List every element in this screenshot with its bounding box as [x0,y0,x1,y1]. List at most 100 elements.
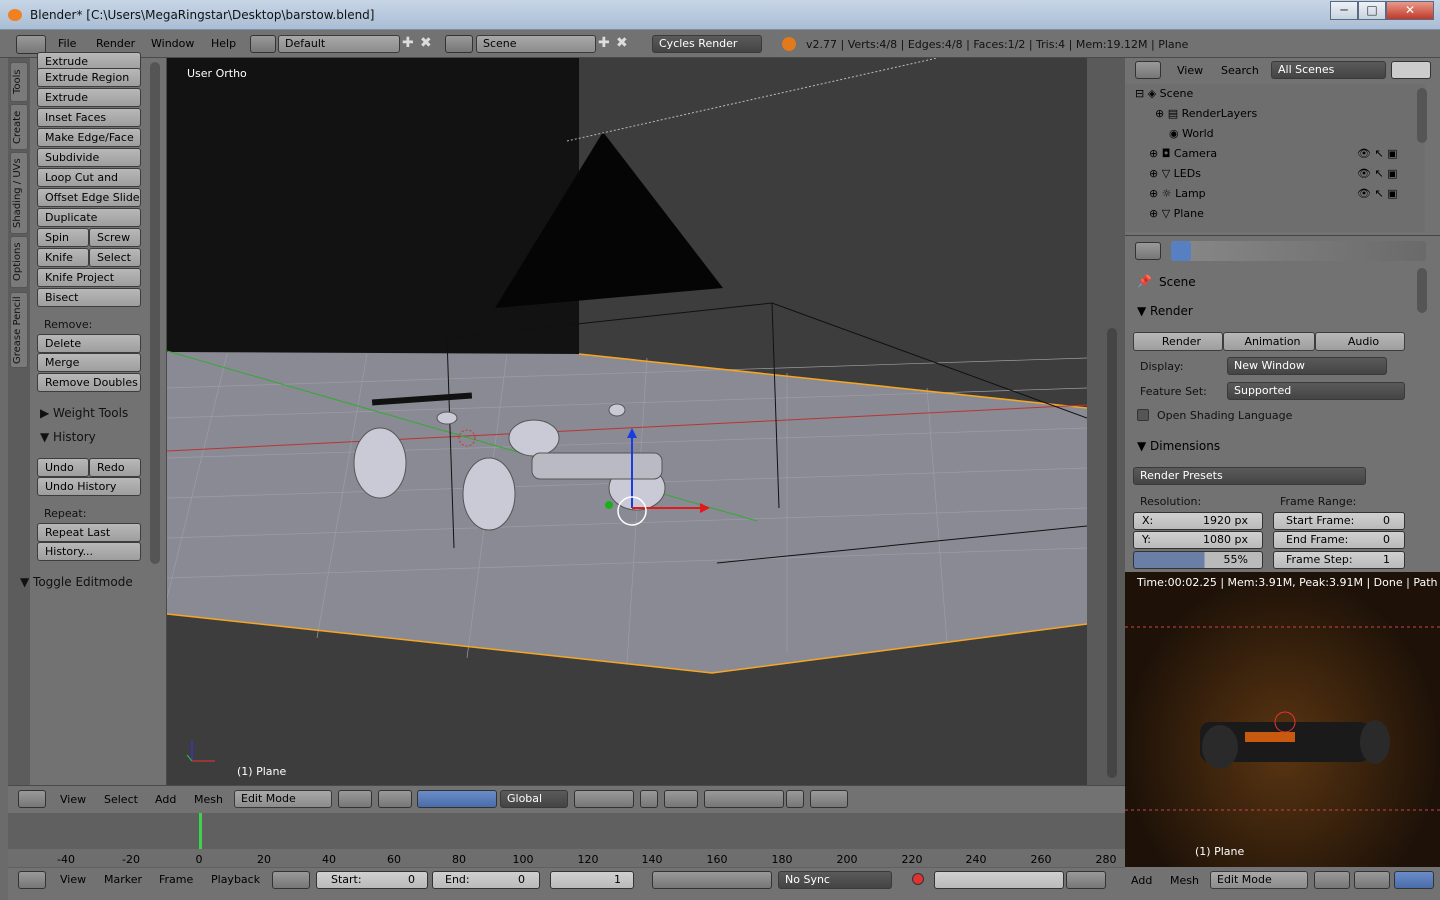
resolution-x-field[interactable]: X: 1920 px [1133,512,1263,530]
maximize-button[interactable]: □ [1358,1,1386,20]
subdivide-button[interactable]: Subdivide [37,148,141,167]
pin-icon[interactable]: 📌 [1137,274,1152,288]
undo-button[interactable]: Undo [37,458,89,477]
viewport-scrollbar[interactable] [1107,328,1117,778]
render-engine-select[interactable]: Cycles Render [652,35,762,53]
history-dots-button[interactable]: History... [37,542,141,561]
end-frame-field[interactable]: End Frame: 0 [1273,531,1405,549]
rv-mode-select[interactable]: Edit Mode [1210,871,1308,889]
inset-faces-button[interactable]: Inset Faces [37,108,141,127]
tab-grease-pencil[interactable]: Grease Pencil [10,292,28,368]
outliner-display-filter[interactable]: All Scenes [1271,61,1386,79]
rv-menu-mesh[interactable]: Mesh [1170,874,1199,887]
loop-cut-button[interactable]: Loop Cut and Slide [37,168,141,201]
menu-file[interactable]: File [58,37,76,50]
screen-layout-icon[interactable] [250,35,276,53]
render-presets-select[interactable]: Render Presets [1133,467,1366,485]
outliner-search-menu[interactable]: Search [1221,64,1259,77]
feature-set-select[interactable]: Supported [1227,382,1405,400]
start-frame-timeline-field[interactable]: Start: 0 [316,871,428,889]
history-panel-toggle[interactable]: ▼ History [40,430,96,444]
add-scene-icon[interactable]: ✚ [598,35,610,51]
animation-button[interactable]: Animation [1223,332,1315,351]
knife-button[interactable]: Knife [37,248,89,267]
remove-scene-icon[interactable]: ✖ [616,35,628,51]
resolution-percent-slider[interactable]: 55% [1133,551,1263,569]
rv-manipulator-icon[interactable] [1394,871,1434,889]
tab-tools[interactable]: Tools [10,62,28,102]
rv-shading-icon[interactable] [1314,871,1350,889]
outliner-item-renderlayers[interactable]: ⊕ ▤ RenderLayers [1155,107,1257,120]
search-icon[interactable] [1391,61,1431,79]
tl-menu-playback[interactable]: Playback [211,873,260,886]
properties-scrollbar[interactable] [1417,268,1427,313]
tl-menu-frame[interactable]: Frame [159,873,193,886]
scene-icon[interactable] [445,35,473,53]
close-window-button[interactable]: ✕ [1386,1,1434,20]
osl-checkbox[interactable] [1137,409,1149,421]
properties-context-tabs[interactable] [1171,241,1426,261]
sync-mode-select[interactable]: No Sync [778,871,892,889]
start-frame-field[interactable]: Start Frame: 0 [1273,512,1405,530]
render-button[interactable]: Render [1133,332,1223,351]
timeline[interactable]: -40 -20 0 20 40 60 80 100 120 140 160 18… [8,813,1125,868]
vp-menu-select[interactable]: Select [104,793,138,806]
outliner-scrollbar[interactable] [1417,88,1427,143]
extrude-individual-button[interactable]: Extrude Individual [37,88,141,121]
menu-render[interactable]: Render [96,37,135,50]
audio-button[interactable]: Audio [1315,332,1405,351]
properties-editor-icon[interactable] [1135,242,1161,260]
outliner-view-menu[interactable]: View [1177,64,1203,77]
keying-set-field[interactable] [934,871,1064,889]
tab-shading-uvs[interactable]: Shading / UVs [10,152,28,234]
render-opengl-icon[interactable] [786,790,804,808]
menu-window[interactable]: Window [151,37,194,50]
undo-history-button[interactable]: Undo History [37,477,141,496]
remove-layout-icon[interactable]: ✖ [420,35,432,51]
select-mode-icons[interactable] [574,790,634,808]
scene-field[interactable]: Scene [476,35,596,53]
remove-doubles-button[interactable]: Remove Doubles [37,373,141,392]
outliner-item-leds[interactable]: ⊕ ▽ LEDs [1149,167,1201,180]
tl-menu-view[interactable]: View [60,873,86,886]
delete-menu[interactable]: Delete [37,334,141,353]
limit-selection-icon[interactable] [640,790,658,808]
repeat-last-button[interactable]: Repeat Last [37,523,141,542]
keyframe-lock-icons[interactable] [272,871,310,889]
manipulator-icons[interactable] [417,790,497,808]
outliner-editor-icon[interactable] [1135,61,1161,79]
rv-pivot-icon[interactable] [1354,871,1390,889]
visibility-eye-icon[interactable]: 👁 ↖ ▣ [1357,167,1398,180]
vp-menu-mesh[interactable]: Mesh [194,793,223,806]
current-frame-indicator[interactable] [199,813,202,849]
weight-tools-panel-toggle[interactable]: ▶ Weight Tools [40,406,128,420]
redo-button[interactable]: Redo [89,458,141,477]
keying-set-icons[interactable] [1066,871,1106,889]
outliner-item-lamp[interactable]: ⊕ ☼ Lamp [1149,187,1206,200]
knife-project-button[interactable]: Knife Project [37,268,141,287]
editor-type-timeline-icon[interactable] [18,871,46,889]
visibility-eye-icon[interactable]: 👁 ↖ ▣ [1357,147,1398,160]
render-panel-toggle[interactable]: ▼ Render [1137,304,1193,318]
vp-menu-view[interactable]: View [60,793,86,806]
3d-viewport[interactable]: User Ortho (1) Plane [167,58,1087,785]
tab-options[interactable]: Options [10,236,28,288]
frame-step-field[interactable]: Frame Step: 1 [1273,551,1405,569]
offset-edge-slide-button[interactable]: Offset Edge Slide [37,188,141,207]
outliner-item-camera[interactable]: ⊕ ◘ Camera [1149,147,1217,160]
tab-create[interactable]: Create [10,104,28,150]
screen-layout-field[interactable]: Default [278,35,400,53]
bisect-button[interactable]: Bisect [37,288,141,307]
menu-help[interactable]: Help [211,37,236,50]
pivot-point-icon[interactable] [378,790,412,808]
toolshelf-scrollbar[interactable] [150,62,160,564]
outliner-item-plane[interactable]: ⊕ ▽ Plane [1149,207,1204,220]
vp-menu-add[interactable]: Add [155,793,176,806]
dimensions-panel-toggle[interactable]: ▼ Dimensions [1137,439,1220,453]
resolution-y-field[interactable]: Y: 1080 px [1133,531,1263,549]
end-frame-timeline-field[interactable]: End: 0 [432,871,540,889]
transform-orientation-select[interactable]: Global [500,790,568,808]
rv-menu-add[interactable]: Add [1131,874,1152,887]
render-context-icon[interactable] [1171,241,1191,261]
rendered-viewport[interactable]: Time:00:02.25 | Mem:3.91M, Peak:3.91M | … [1125,572,1440,867]
